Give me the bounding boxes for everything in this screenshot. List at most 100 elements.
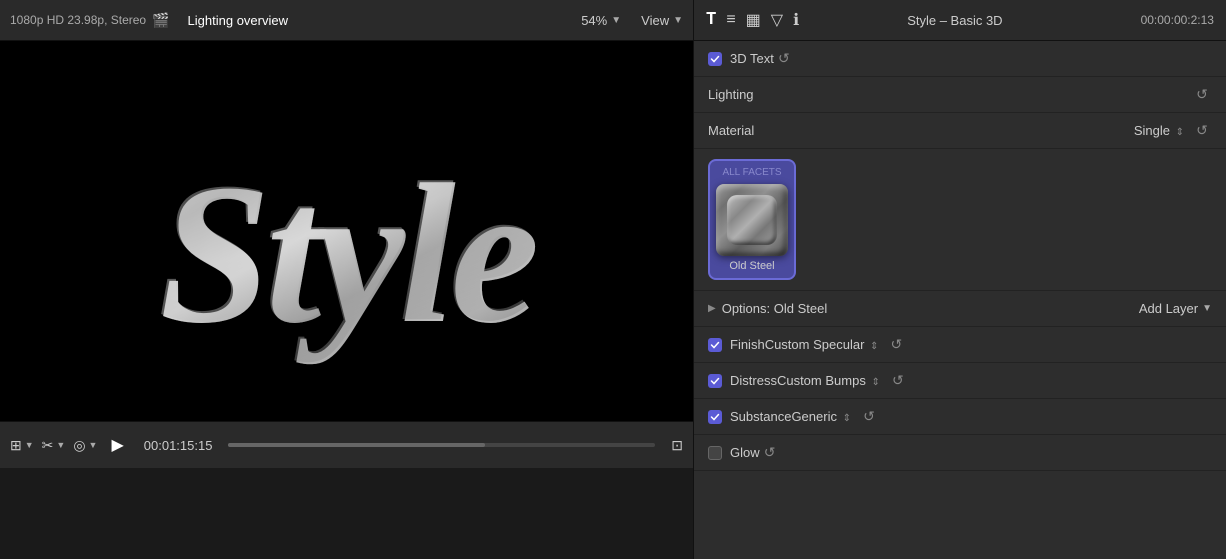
main-content: Style Style ⊞ ▼ ✂ ▼ ◎ ▼ ▶ 00:01:15:15 [0, 41, 1226, 559]
video-spec-text: 1080p HD 23.98p, Stereo [10, 13, 146, 27]
finish-arrows-icon: ⇕ [870, 341, 878, 352]
3d-text-checkbox[interactable] [708, 52, 722, 66]
project-title: Lighting overview [188, 13, 288, 28]
3d-text-label: 3D Text [730, 51, 774, 66]
add-layer-label: Add Layer [1139, 301, 1198, 316]
finish-checkbox[interactable] [708, 338, 722, 352]
distress-check-icon [710, 376, 720, 386]
row-glow: Glow ↺ [694, 435, 1226, 471]
material-thumbnail-inner [727, 195, 777, 245]
speed-button[interactable]: ◎ ▼ [73, 437, 97, 454]
finish-label: Finish [730, 337, 765, 352]
row-3d-text: 3D Text ↺ [694, 41, 1226, 77]
top-bar-right: 𝐓 ≡ ▦ ▽ ℹ Style – Basic 3D 00:00:00:2:13 [693, 0, 1226, 40]
distress-value: Custom Bumps ⇕ [777, 373, 880, 388]
info-icon[interactable]: ℹ [793, 10, 799, 30]
distress-label: Distress [730, 373, 777, 388]
row-lighting: Lighting ↺ [694, 77, 1226, 113]
layout-chevron-icon: ▼ [25, 440, 34, 450]
video-preview: Style Style [0, 41, 693, 421]
lighting-reset-button[interactable]: ↺ [1192, 86, 1212, 103]
panel-timecode: 00:00:00:2:13 [1141, 13, 1214, 27]
view-label: View [641, 13, 669, 28]
material-grid: ALL FACETS Old Steel [708, 159, 1212, 280]
toolbar-icons: 𝐓 ≡ ▦ ▽ ℹ [706, 10, 799, 30]
substance-reset-button[interactable]: ↺ [859, 408, 879, 425]
layout-button[interactable]: ⊞ ▼ [10, 437, 34, 454]
distress-checkbox-label: Distress [708, 373, 777, 388]
speed-chevron-icon: ▼ [89, 440, 98, 450]
row-material: Material Single ⇕ ↺ [694, 113, 1226, 149]
options-label: ▶ Options: Old Steel [708, 301, 1139, 316]
glow-checkbox-label: Glow [708, 445, 760, 460]
substance-value: Generic ⇕ [791, 409, 851, 424]
panel-title: Style – Basic 3D [907, 13, 1002, 28]
distress-reset-button[interactable]: ↺ [888, 372, 908, 389]
timecode-display: 00:01:15:15 [144, 438, 213, 453]
material-name: Old Steel [729, 260, 774, 272]
filter-icon[interactable]: ▽ [771, 10, 783, 30]
add-layer-chevron-icon: ▼ [1202, 303, 1212, 314]
material-thumbnail [716, 184, 788, 256]
top-bar-left: 1080p HD 23.98p, Stereo 🎬 Lighting overv… [0, 12, 693, 29]
video-info: 1080p HD 23.98p, Stereo 🎬 [10, 12, 170, 29]
glow-reset-button[interactable]: ↺ [760, 444, 780, 461]
finish-reset-button[interactable]: ↺ [886, 336, 906, 353]
row-finish: Finish Custom Specular ⇕ ↺ [694, 327, 1226, 363]
triangle-icon: ▶ [708, 303, 716, 314]
fullscreen-button[interactable]: ⊡ [671, 437, 683, 454]
zoom-chevron-icon: ▼ [611, 15, 621, 26]
trim-icon: ✂ [42, 437, 54, 454]
substance-checkbox[interactable] [708, 410, 722, 424]
style-text-graphic: Style Style [47, 41, 647, 421]
distress-checkbox[interactable] [708, 374, 722, 388]
view-control[interactable]: View ▼ [641, 13, 683, 28]
finish-checkbox-label: Finish [708, 337, 765, 352]
lines-icon[interactable]: ≡ [726, 11, 735, 29]
material-item-old-steel[interactable]: ALL FACETS Old Steel [708, 159, 796, 280]
material-value: Single ⇕ [1134, 123, 1184, 138]
layout-icon: ⊞ [10, 437, 22, 454]
glow-checkbox[interactable] [708, 446, 722, 460]
top-bar: 1080p HD 23.98p, Stereo 🎬 Lighting overv… [0, 0, 1226, 41]
bottom-controls: ⊞ ▼ ✂ ▼ ◎ ▼ ▶ 00:01:15:15 ⊡ [0, 421, 693, 468]
timecode-bar[interactable] [228, 443, 655, 447]
all-facets-label: ALL FACETS [722, 167, 781, 178]
trim-button[interactable]: ✂ ▼ [42, 437, 66, 454]
grid-icon[interactable]: ▦ [746, 10, 761, 30]
finish-value: Custom Specular ⇕ [765, 337, 879, 352]
material-reset-button[interactable]: ↺ [1192, 122, 1212, 139]
glow-label: Glow [730, 445, 760, 460]
add-layer-button[interactable]: Add Layer ▼ [1139, 301, 1212, 316]
row-distress: Distress Custom Bumps ⇕ ↺ [694, 363, 1226, 399]
lighting-label: Lighting [708, 87, 1192, 102]
options-text: Options: Old Steel [722, 301, 828, 316]
substance-checkbox-label: Substance [708, 409, 791, 424]
options-row[interactable]: ▶ Options: Old Steel Add Layer ▼ [694, 291, 1226, 327]
play-button[interactable]: ▶ [111, 435, 123, 455]
check-icon [710, 54, 720, 64]
3d-text-reset-button[interactable]: ↺ [774, 50, 794, 67]
view-chevron-icon: ▼ [673, 15, 683, 26]
clip-icon: 🎬 [152, 12, 169, 29]
substance-label: Substance [730, 409, 791, 424]
video-section: Style Style ⊞ ▼ ✂ ▼ ◎ ▼ ▶ 00:01:15:15 [0, 41, 693, 559]
material-arrows-icon: ⇕ [1176, 127, 1184, 138]
trim-chevron-icon: ▼ [56, 440, 65, 450]
video-canvas: Style Style [0, 41, 693, 421]
row-substance: Substance Generic ⇕ ↺ [694, 399, 1226, 435]
speed-icon: ◎ [73, 437, 85, 454]
substance-arrows-icon: ⇕ [843, 413, 851, 424]
right-panel: 3D Text ↺ Lighting ↺ Material Single ⇕ ↺… [693, 41, 1226, 559]
material-label: Material [708, 123, 1134, 138]
finish-check-icon [710, 340, 720, 350]
material-section: ALL FACETS Old Steel [694, 149, 1226, 291]
zoom-value: 54% [581, 13, 607, 28]
distress-arrows-icon: ⇕ [871, 377, 879, 388]
svg-text:Style: Style [157, 142, 533, 363]
3d-text-checkbox-label: 3D Text [708, 51, 774, 66]
substance-check-icon [710, 412, 720, 422]
zoom-control[interactable]: 54% ▼ [581, 13, 621, 28]
timecode-fill [228, 443, 484, 447]
text-format-icon[interactable]: 𝐓 [706, 11, 716, 29]
